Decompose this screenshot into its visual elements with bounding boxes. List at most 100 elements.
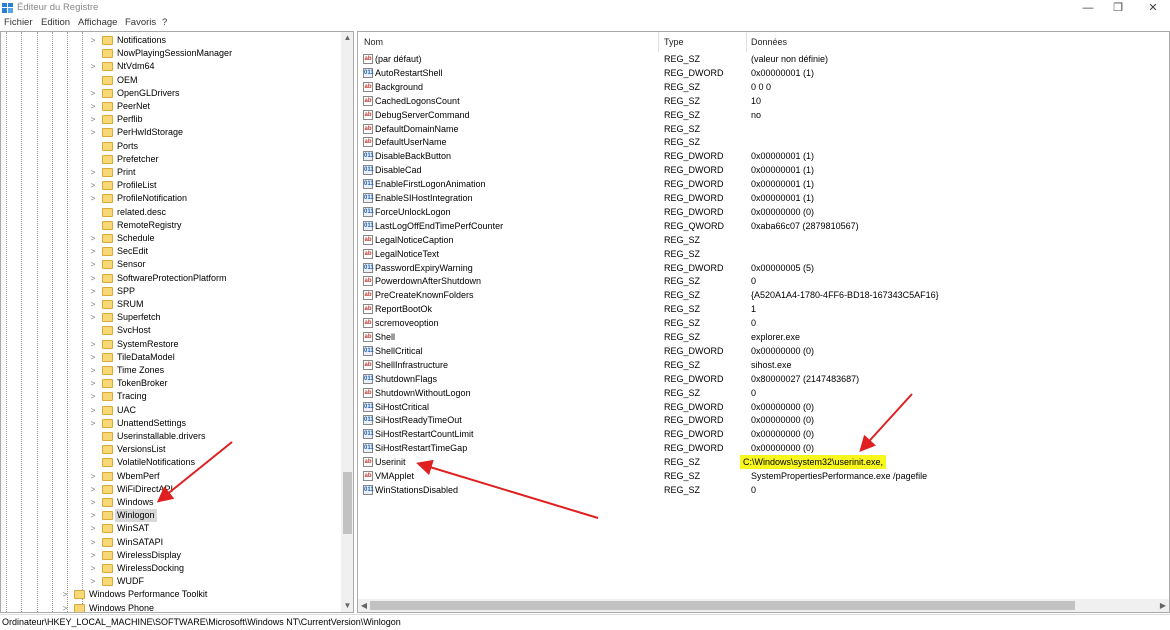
value-row[interactable]: ab scremoveoption REG_SZ 0 — [358, 316, 1168, 330]
chevron-right-icon[interactable]: > — [89, 245, 97, 258]
chevron-right-icon[interactable]: > — [89, 232, 97, 245]
key-tree-panel[interactable]: > Notifications NowPlayingSessionManager > N… — [0, 31, 354, 613]
tree-scroll-thumb[interactable] — [343, 472, 352, 534]
value-row[interactable]: 011 DisableCad REG_DWORD 0x00000001 (1) — [358, 163, 1168, 177]
value-row[interactable]: ab PowerdownAfterShutdown REG_SZ 0 — [358, 274, 1168, 288]
chevron-right-icon[interactable] — [89, 430, 97, 443]
chevron-right-icon[interactable]: > — [61, 602, 69, 612]
chevron-right-icon[interactable]: > — [89, 470, 97, 483]
chevron-right-icon[interactable]: > — [89, 483, 97, 496]
chevron-right-icon[interactable] — [89, 74, 97, 87]
chevron-right-icon[interactable]: > — [89, 509, 97, 522]
chevron-right-icon[interactable] — [89, 324, 97, 337]
maximize-button[interactable]: ❐ — [1100, 0, 1136, 16]
chevron-right-icon[interactable]: > — [89, 298, 97, 311]
value-row[interactable]: 011 SiHostRestartTimeGap REG_DWORD 0x000000… — [358, 441, 1168, 455]
chevron-right-icon[interactable]: > — [89, 258, 97, 271]
menu-edit[interactable]: Edition — [41, 17, 70, 28]
value-row[interactable]: ab ReportBootOk REG_SZ 1 — [358, 302, 1168, 316]
column-header-name[interactable]: Nom — [364, 32, 383, 52]
chevron-right-icon[interactable]: > — [89, 179, 97, 192]
chevron-right-icon[interactable] — [89, 153, 97, 166]
values-horizontal-scrollbar[interactable]: ◀ ▶ — [358, 599, 1169, 612]
chevron-right-icon[interactable] — [89, 206, 97, 219]
value-row[interactable]: ab DefaultDomainName REG_SZ — [358, 122, 1168, 136]
chevron-right-icon[interactable]: > — [89, 562, 97, 575]
scroll-left-icon[interactable]: ◀ — [358, 599, 370, 612]
value-row[interactable]: ab LegalNoticeText REG_SZ — [358, 247, 1168, 261]
value-row[interactable]: 011 ForceUnlockLogon REG_DWORD 0x00000000 (… — [358, 205, 1168, 219]
value-row[interactable]: 011 PasswordExpiryWarning REG_DWORD 0x00000… — [358, 261, 1168, 275]
chevron-right-icon[interactable]: > — [89, 549, 97, 562]
chevron-right-icon[interactable]: > — [89, 390, 97, 403]
value-row[interactable]: ab CachedLogonsCount REG_SZ 10 — [358, 94, 1168, 108]
value-row[interactable]: 011 SiHostRestartCountLimit REG_DWORD 0x000… — [358, 427, 1168, 441]
chevron-right-icon[interactable]: > — [61, 588, 69, 601]
tree-item-label: Windows Performance Toolkit — [89, 589, 208, 600]
value-row[interactable]: 011 WinStationsDisabled REG_SZ 0 — [358, 483, 1168, 497]
value-row[interactable]: 011 EnableFirstLogonAnimation REG_DWORD 0x0… — [358, 177, 1168, 191]
chevron-right-icon[interactable]: > — [89, 417, 97, 430]
menu-view[interactable]: Affichage — [78, 17, 117, 28]
chevron-right-icon[interactable]: > — [89, 522, 97, 535]
value-row[interactable]: 011 ShutdownFlags REG_DWORD 0x80000027 (214… — [358, 372, 1168, 386]
chevron-right-icon[interactable]: > — [89, 285, 97, 298]
menu-file[interactable]: Fichier — [4, 17, 33, 28]
scroll-up-icon[interactable]: ▲ — [341, 32, 353, 44]
value-row[interactable]: ab VMApplet REG_SZ SystemPropertiesPerforma… — [358, 469, 1168, 483]
chevron-right-icon[interactable]: > — [89, 166, 97, 179]
scroll-right-icon[interactable]: ▶ — [1157, 599, 1169, 612]
value-row[interactable]: ab ShutdownWithoutLogon REG_SZ 0 — [358, 386, 1168, 400]
chevron-right-icon[interactable]: > — [89, 192, 97, 205]
column-header-data[interactable]: Données — [751, 32, 787, 52]
column-header-type[interactable]: Type — [664, 32, 684, 52]
chevron-right-icon[interactable]: > — [89, 87, 97, 100]
chevron-right-icon[interactable] — [89, 140, 97, 153]
chevron-right-icon[interactable]: > — [89, 60, 97, 73]
chevron-right-icon[interactable] — [89, 47, 97, 60]
value-row[interactable]: ab PreCreateKnownFolders REG_SZ {A520A1A4-1… — [358, 288, 1168, 302]
chevron-right-icon[interactable]: > — [89, 404, 97, 417]
tree-vertical-scrollbar[interactable]: ▲ ▼ — [341, 32, 353, 612]
value-row[interactable]: 011 LastLogOffEndTimePerfCounter REG_QWORD… — [358, 219, 1168, 233]
menu-help[interactable]: ? — [162, 17, 167, 28]
chevron-right-icon[interactable]: > — [89, 311, 97, 324]
chevron-right-icon[interactable]: > — [89, 126, 97, 139]
value-row[interactable]: ab DebugServerCommand REG_SZ no — [358, 108, 1168, 122]
menu-favorites[interactable]: Favoris — [125, 17, 156, 28]
chevron-right-icon[interactable]: > — [89, 377, 97, 390]
value-row[interactable]: 011 SiHostCritical REG_DWORD 0x00000000 (0) — [358, 400, 1168, 414]
chevron-right-icon[interactable]: > — [89, 34, 97, 47]
chevron-right-icon[interactable]: > — [89, 113, 97, 126]
scroll-down-icon[interactable]: ▼ — [341, 600, 353, 612]
chevron-right-icon[interactable]: > — [89, 351, 97, 364]
chevron-right-icon[interactable]: > — [89, 338, 97, 351]
chevron-right-icon[interactable] — [89, 443, 97, 456]
value-row[interactable]: ab DefaultUserName REG_SZ — [358, 135, 1168, 149]
value-row[interactable]: 011 ShellCritical REG_DWORD 0x00000000 (0) — [358, 344, 1168, 358]
value-row[interactable]: ab Userinit REG_SZ C:\Windows\system32\user… — [358, 455, 1168, 470]
value-name: SiHostCritical — [375, 401, 430, 412]
chevron-right-icon[interactable]: > — [89, 272, 97, 285]
values-list-panel[interactable]: Nom Type Données ab (par défaut) REG_SZ (va… — [357, 31, 1170, 613]
value-row[interactable]: ab (par défaut) REG_SZ (valeur non définie) — [358, 52, 1168, 66]
value-row[interactable]: 011 AutoRestartShell REG_DWORD 0x00000001 (… — [358, 66, 1168, 80]
chevron-right-icon[interactable]: > — [89, 536, 97, 549]
value-row[interactable]: ab LegalNoticeCaption REG_SZ — [358, 233, 1168, 247]
chevron-right-icon[interactable]: > — [89, 364, 97, 377]
value-row[interactable]: 011 SiHostReadyTimeOut REG_DWORD 0x00000000… — [358, 413, 1168, 427]
close-button[interactable]: ✕ — [1135, 0, 1170, 16]
tree-item-label: TokenBroker — [117, 378, 168, 389]
chevron-right-icon[interactable]: > — [89, 575, 97, 588]
chevron-right-icon[interactable] — [89, 219, 97, 232]
value-row[interactable]: 011 EnableSIHostIntegration REG_DWORD 0x000… — [358, 191, 1168, 205]
value-data: 0x00000005 (5) — [751, 262, 815, 273]
value-row[interactable]: ab Shell REG_SZ explorer.exe — [358, 330, 1168, 344]
value-row[interactable]: ab Background REG_SZ 0 0 0 — [358, 80, 1168, 94]
value-row[interactable]: 011 DisableBackButton REG_DWORD 0x00000001 … — [358, 149, 1168, 163]
chevron-right-icon[interactable] — [89, 456, 97, 469]
chevron-right-icon[interactable]: > — [89, 100, 97, 113]
values-scroll-thumb[interactable] — [370, 601, 1075, 610]
chevron-right-icon[interactable]: > — [89, 496, 97, 509]
value-row[interactable]: ab ShellInfrastructure REG_SZ sihost.exe — [358, 358, 1168, 372]
